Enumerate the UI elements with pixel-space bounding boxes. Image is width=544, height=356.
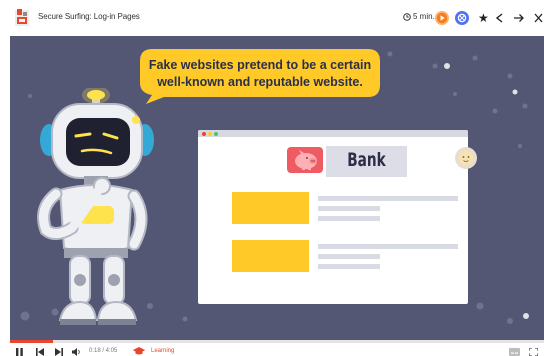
top-bar: Secure Surfing: Log-in Pages 5 min. ★: [0, 0, 544, 36]
text-line: [318, 196, 458, 201]
content-block: [232, 240, 309, 272]
browser-dot-red: [202, 132, 206, 136]
app-logo-icon: [15, 9, 29, 26]
duration-indicator: 5 min.: [403, 12, 435, 21]
pause-icon[interactable]: [16, 348, 23, 356]
browser-dot-yellow: [208, 132, 212, 136]
text-line: [318, 244, 458, 249]
forward-icon[interactable]: [513, 11, 525, 25]
clock-icon: [403, 12, 411, 21]
bank-label: Bank: [347, 149, 386, 171]
play-icon[interactable]: [435, 11, 449, 25]
fake-bank-website-mockup: Bank: [198, 130, 477, 304]
player-controls: 0:18 / 4:05 Learning: [0, 343, 544, 356]
playback-time: 0:18 / 4:05: [89, 348, 118, 354]
text-line: [318, 206, 380, 211]
user-avatar-icon: [455, 147, 477, 169]
bank-logo-box: Bank: [326, 146, 407, 177]
volume-icon[interactable]: [72, 348, 81, 356]
learning-mode-label[interactable]: Learning: [151, 348, 174, 354]
browser-dot-green: [214, 132, 218, 136]
skip-back-icon[interactable]: [36, 348, 44, 356]
speech-bubble-text: Fake websites pretend to be a certain we…: [148, 58, 372, 89]
subtitles-icon[interactable]: [509, 348, 520, 356]
graduation-cap-icon: [132, 347, 146, 355]
video-stage[interactable]: Fake websites pretend to be a certain we…: [10, 36, 544, 340]
text-line: [318, 264, 380, 269]
star-icon[interactable]: ★: [478, 12, 489, 24]
robot-illustration: [37, 88, 154, 325]
text-line: [318, 216, 380, 221]
piggy-bank-icon: [287, 147, 323, 173]
share-icon[interactable]: [455, 11, 469, 25]
content-block: [232, 192, 309, 224]
skip-forward-icon[interactable]: [55, 348, 63, 356]
page-title: Secure Surfing: Log-in Pages: [38, 12, 140, 21]
back-icon[interactable]: [494, 11, 504, 25]
duration-text: 5 min.: [413, 12, 435, 21]
fullscreen-icon[interactable]: [529, 348, 538, 356]
text-line: [318, 254, 380, 259]
browser-title-bar: [198, 130, 468, 137]
close-icon[interactable]: [533, 11, 543, 25]
